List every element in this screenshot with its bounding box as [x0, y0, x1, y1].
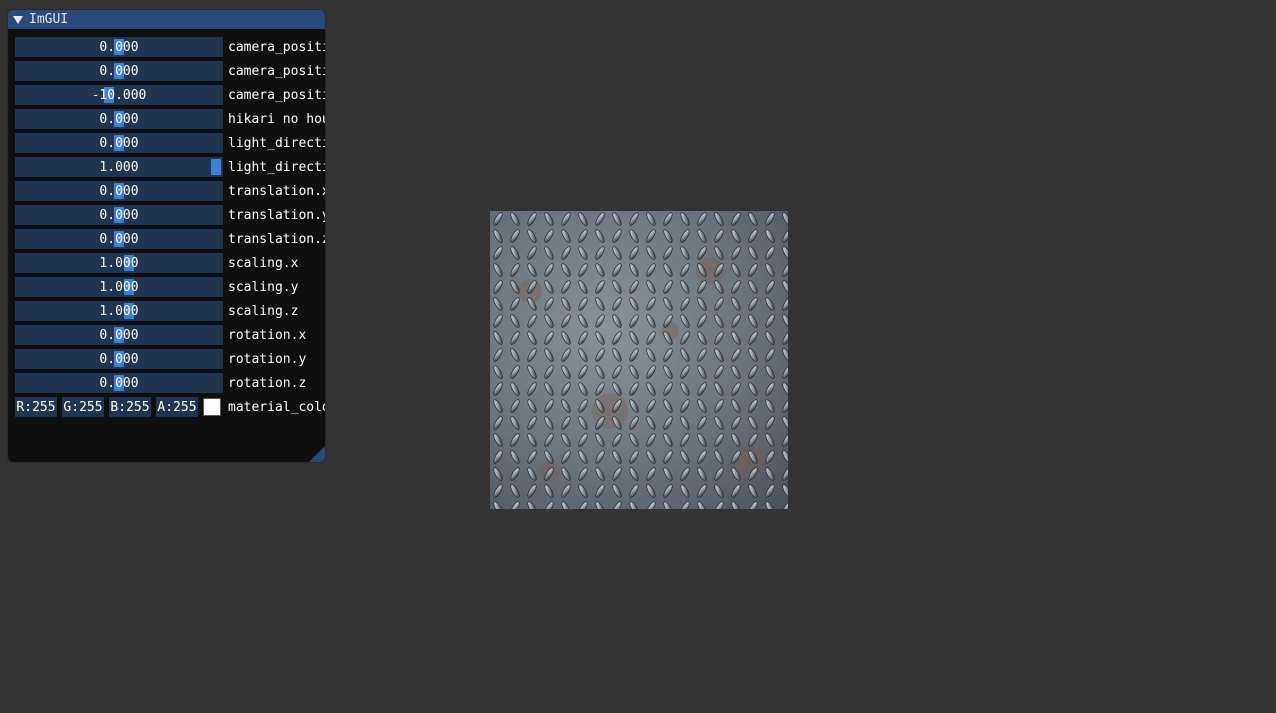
float-field-row: 0.000 rotation.x — [15, 325, 325, 345]
drag-float-input[interactable]: 0.000 — [15, 349, 223, 369]
field-value: 0.000 — [99, 231, 139, 247]
float-field-row: 1.000 scaling.z — [15, 301, 325, 321]
field-value: 0.000 — [99, 63, 139, 79]
float-field-row: 0.000 translation.y — [15, 205, 325, 225]
field-label-material-color: material_color — [228, 399, 325, 415]
field-value: 0.000 — [99, 39, 139, 55]
field-value: 1.000 — [99, 255, 139, 271]
float-field-row: 1.000 scaling.y — [15, 277, 325, 297]
float-field-row: 0.000 translation.x — [15, 181, 325, 201]
field-label: rotation.x — [228, 327, 307, 343]
float-field-row: 0.000 rotation.y — [15, 349, 325, 369]
float-field-row: 1.000 scaling.x — [15, 253, 325, 273]
drag-float-input[interactable]: 1.000 — [15, 157, 223, 177]
field-label: camera_position.z — [228, 87, 325, 103]
float-field-row: -10.000 camera_position.z — [15, 85, 325, 105]
float-field-row: 0.000 light_direction.x — [15, 133, 325, 153]
field-label: scaling.x — [228, 255, 299, 271]
float-field-row: 0.000 hikari no houkou — [15, 109, 325, 129]
field-label: scaling.y — [228, 279, 299, 295]
field-value: 0.000 — [99, 375, 139, 391]
field-value: 0.000 — [99, 111, 139, 127]
field-label: translation.x — [228, 183, 325, 199]
imgui-window[interactable]: ImGUI 0.000 camera_position.x 0.000 camera_… — [7, 9, 326, 463]
render-viewport[interactable] — [490, 211, 788, 509]
field-label: camera_position.y — [228, 63, 325, 79]
window-title: ImGUI — [29, 12, 69, 27]
drag-float-input[interactable]: 0.000 — [15, 325, 223, 345]
field-label: light_direction.y — [228, 159, 325, 175]
field-label: translation.z — [228, 231, 325, 247]
field-value: -10.000 — [91, 87, 147, 103]
diamond-plate-texture — [490, 211, 788, 509]
field-value: 0.000 — [99, 135, 139, 151]
field-label: rotation.z — [228, 375, 307, 391]
float-field-row: 0.000 rotation.z — [15, 373, 325, 393]
field-value: 1.000 — [99, 279, 139, 295]
float-field-row: 1.000 light_direction.y — [15, 157, 325, 177]
drag-float-input[interactable]: -10.000 — [15, 85, 223, 105]
drag-float-input[interactable]: 0.000 — [15, 109, 223, 129]
drag-float-input[interactable]: 0.000 — [15, 37, 223, 57]
window-title-bar[interactable]: ImGUI — [8, 10, 325, 29]
color-g-input[interactable]: G:255 — [62, 397, 104, 417]
drag-float-input[interactable]: 1.000 — [15, 277, 223, 297]
field-value: 0.000 — [99, 207, 139, 223]
field-label: hikari no houkou — [228, 111, 325, 127]
material-color-editor: R:255 G:255 B:255 A:255 material_color — [15, 397, 325, 417]
color-r-input[interactable]: R:255 — [15, 397, 57, 417]
float-field-row: 0.000 translation.z — [15, 229, 325, 249]
drag-float-input[interactable]: 0.000 — [15, 133, 223, 153]
resize-grip-icon[interactable] — [309, 446, 325, 462]
drag-float-input[interactable]: 1.000 — [15, 301, 223, 321]
field-value: 0.000 — [99, 183, 139, 199]
field-value: 1.000 — [99, 303, 139, 319]
drag-float-input[interactable]: 0.000 — [15, 229, 223, 249]
float-field-row: 0.000 camera_position.y — [15, 61, 325, 81]
field-value: 1.000 — [99, 159, 139, 175]
field-list: 0.000 camera_position.x 0.000 camera_positi… — [15, 37, 325, 421]
drag-float-input[interactable]: 0.000 — [15, 61, 223, 81]
slider-grab[interactable] — [211, 159, 221, 175]
triangle-down-icon[interactable] — [13, 15, 23, 25]
field-label: translation.y — [228, 207, 325, 223]
field-label: light_direction.x — [228, 135, 325, 151]
color-b-input[interactable]: B:255 — [109, 397, 151, 417]
field-value: 0.000 — [99, 327, 139, 343]
float-field-row: 0.000 camera_position.x — [15, 37, 325, 57]
field-label: scaling.z — [228, 303, 299, 319]
drag-float-input[interactable]: 0.000 — [15, 373, 223, 393]
field-label: rotation.y — [228, 351, 307, 367]
drag-float-input[interactable]: 0.000 — [15, 205, 223, 225]
drag-float-input[interactable]: 0.000 — [15, 181, 223, 201]
color-a-input[interactable]: A:255 — [156, 397, 198, 417]
field-value: 0.000 — [99, 351, 139, 367]
field-label: camera_position.x — [228, 39, 325, 55]
drag-float-input[interactable]: 1.000 — [15, 253, 223, 273]
color-swatch-button[interactable] — [203, 398, 221, 416]
